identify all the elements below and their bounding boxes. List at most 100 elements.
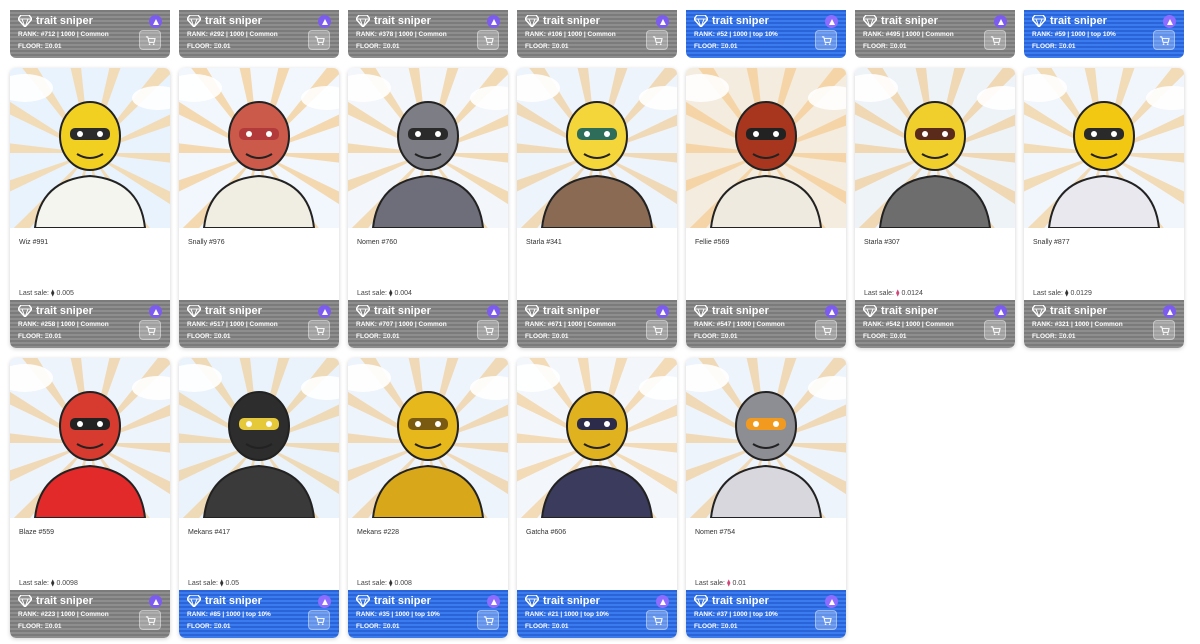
add-to-cart-button[interactable] <box>815 610 837 630</box>
add-to-cart-button[interactable] <box>139 610 161 630</box>
nft-image[interactable] <box>1024 68 1184 228</box>
nft-card-truncated[interactable]: Last sale:⧫0.054 trait sniper RANK: #378… <box>348 0 508 58</box>
nft-artwork[interactable] <box>179 68 339 228</box>
nft-artwork[interactable] <box>348 68 508 228</box>
last-sale: Last sale: ⧫ 0.05 <box>188 579 239 587</box>
add-to-cart-button[interactable] <box>984 320 1006 340</box>
nft-artwork[interactable] <box>517 358 677 518</box>
add-to-cart-button[interactable] <box>477 610 499 630</box>
add-to-cart-button[interactable] <box>646 610 668 630</box>
nft-artwork[interactable] <box>10 358 170 518</box>
nft-card-truncated[interactable]: Last sale:⧫0.04 trait sniper RANK: #52 |… <box>686 0 846 58</box>
add-to-cart-button[interactable] <box>308 320 330 340</box>
add-to-cart-button[interactable] <box>477 320 499 340</box>
add-to-cart-button[interactable] <box>646 320 668 340</box>
rarity-badge-icon[interactable] <box>825 15 838 28</box>
nft-image[interactable] <box>517 68 677 228</box>
add-to-cart-button[interactable] <box>139 320 161 340</box>
add-to-cart-button[interactable] <box>646 30 668 50</box>
rarity-badge-icon[interactable] <box>318 305 331 318</box>
nft-card[interactable]: Starla #341 trait sniper RANK: #671 | 10… <box>517 68 677 348</box>
brand-label: trait sniper <box>543 305 600 317</box>
nft-name[interactable]: Mekans #417 <box>188 529 230 536</box>
nft-name[interactable]: Gatcha #606 <box>526 529 566 536</box>
nft-name[interactable]: Blaze #559 <box>19 529 54 536</box>
add-to-cart-button[interactable] <box>139 30 161 50</box>
nft-image[interactable] <box>686 68 846 228</box>
add-to-cart-button[interactable] <box>308 30 330 50</box>
add-to-cart-button[interactable] <box>815 320 837 340</box>
rarity-badge-icon[interactable] <box>318 15 331 28</box>
nft-image[interactable] <box>10 358 170 518</box>
nft-image[interactable] <box>179 358 339 518</box>
add-to-cart-button[interactable] <box>477 30 499 50</box>
nft-card-truncated[interactable]: Last sale:⧫0.03 trait sniper RANK: #106 … <box>517 0 677 58</box>
nft-artwork[interactable] <box>517 68 677 228</box>
rarity-badge-icon[interactable] <box>487 305 500 318</box>
rarity-badge-icon[interactable] <box>825 595 838 608</box>
nft-image[interactable] <box>686 358 846 518</box>
nft-card-truncated[interactable]: Last sale:⧫0.01 trait sniper RANK: #712 … <box>10 0 170 58</box>
nft-card[interactable]: Nomen #760 Last sale: ⧫ 0.004 trait sniper … <box>348 68 508 348</box>
nft-name[interactable]: Nomen #754 <box>695 529 735 536</box>
nft-artwork[interactable] <box>686 358 846 518</box>
nft-artwork[interactable] <box>10 68 170 228</box>
rarity-badge-icon[interactable] <box>656 595 669 608</box>
nft-image[interactable] <box>348 68 508 228</box>
add-to-cart-button[interactable] <box>308 610 330 630</box>
nft-image[interactable] <box>517 358 677 518</box>
add-to-cart-button[interactable] <box>1153 320 1175 340</box>
nft-artwork[interactable] <box>179 358 339 518</box>
diamond-icon <box>1032 15 1046 27</box>
add-to-cart-button[interactable] <box>815 30 837 50</box>
nft-name[interactable]: Snally #976 <box>188 239 225 246</box>
rarity-badge-icon[interactable] <box>318 595 331 608</box>
nft-name[interactable]: Fellie #569 <box>695 239 729 246</box>
nft-card[interactable]: Wiz #991 Last sale: ⧫ 0.005 trait sniper RA… <box>10 68 170 348</box>
rarity-badge-icon[interactable] <box>994 15 1007 28</box>
nft-name[interactable]: Starla #307 <box>864 239 900 246</box>
nft-card[interactable]: Blaze #559 Last sale: ⧫ 0.0098 trait sniper… <box>10 358 170 638</box>
brand-label: trait sniper <box>543 595 600 607</box>
rarity-badge-icon[interactable] <box>487 15 500 28</box>
nft-card[interactable]: Gatcha #606 trait sniper RANK: #21 | 100… <box>517 358 677 638</box>
nft-image[interactable] <box>855 68 1015 228</box>
nft-artwork[interactable] <box>348 358 508 518</box>
rarity-badge-icon[interactable] <box>656 305 669 318</box>
nft-image[interactable] <box>10 68 170 228</box>
nft-name[interactable]: Mekans #228 <box>357 529 399 536</box>
rarity-badge-icon[interactable] <box>656 15 669 28</box>
rarity-badge-icon[interactable] <box>149 595 162 608</box>
rarity-badge-icon[interactable] <box>1163 15 1176 28</box>
add-to-cart-button[interactable] <box>984 30 1006 50</box>
nft-artwork[interactable] <box>686 68 846 228</box>
nft-card[interactable]: Mekans #417 Last sale: ⧫ 0.05 trait sniper … <box>179 358 339 638</box>
nft-name[interactable]: Starla #341 <box>526 239 562 246</box>
brand-label: trait sniper <box>374 15 431 27</box>
nft-artwork[interactable] <box>855 68 1015 228</box>
brand-label: trait sniper <box>1050 15 1107 27</box>
nft-card[interactable]: Snally #976 trait sniper RANK: #517 | 10… <box>179 68 339 348</box>
rarity-badge-icon[interactable] <box>149 15 162 28</box>
nft-card[interactable]: Fellie #569 trait sniper RANK: #547 | 10… <box>686 68 846 348</box>
rarity-badge-icon[interactable] <box>1163 305 1176 318</box>
nft-image[interactable] <box>348 358 508 518</box>
nft-artwork[interactable] <box>1024 68 1184 228</box>
nft-image[interactable] <box>179 68 339 228</box>
nft-card[interactable]: Mekans #228 Last sale: ⧫ 0.008 trait sniper… <box>348 358 508 638</box>
nft-name[interactable]: Snally #877 <box>1033 239 1070 246</box>
add-to-cart-button[interactable] <box>1153 30 1175 50</box>
nft-card[interactable]: Snally #877 Last sale: ⧫ 0.0129 trait snipe… <box>1024 68 1184 348</box>
nft-name[interactable]: Nomen #760 <box>357 239 397 246</box>
nft-card-truncated[interactable]: trait sniper RANK: #59 | 1000 | top 10% … <box>1024 0 1184 58</box>
nft-card[interactable]: Nomen #754 Last sale: ⧫ 0.01 trait sniper R… <box>686 358 846 638</box>
rarity-badge-icon[interactable] <box>994 305 1007 318</box>
last-sale: Last sale: ⧫ 0.008 <box>357 579 412 587</box>
nft-name[interactable]: Wiz #991 <box>19 239 48 246</box>
rarity-badge-icon[interactable] <box>149 305 162 318</box>
rarity-badge-icon[interactable] <box>825 305 838 318</box>
nft-card[interactable]: Starla #307 Last sale: ⧫ 0.0124 trait snipe… <box>855 68 1015 348</box>
nft-card-truncated[interactable]: Ends in a day trait sniper RANK: #292 | … <box>179 0 339 58</box>
rarity-badge-icon[interactable] <box>487 595 500 608</box>
nft-card-truncated[interactable]: Last sale:⧫0.018 trait sniper RANK: #495… <box>855 0 1015 58</box>
